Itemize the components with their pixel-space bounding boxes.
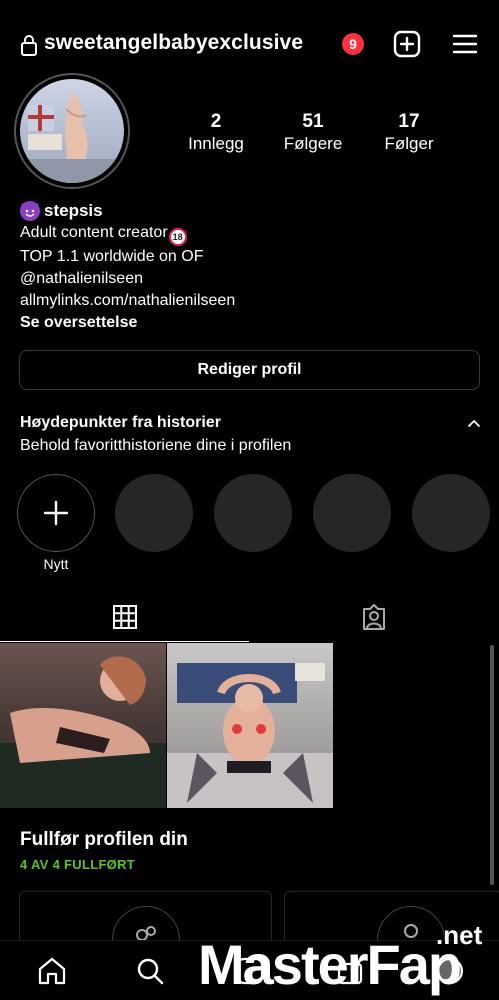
progress-count: 4 AV 4 [20, 857, 61, 872]
stat-posts[interactable]: 2 Innlegg [171, 111, 261, 155]
avatar-photo-art [20, 93, 124, 183]
home-icon[interactable] [36, 955, 68, 987]
post-thumbnail[interactable] [167, 643, 333, 808]
top-bar: sweetangelbabyexclusive 9 [0, 28, 499, 62]
smiling-devil-emoji-icon [20, 201, 40, 221]
new-highlight-button[interactable] [17, 474, 95, 552]
notification-badge[interactable]: 9 [342, 33, 364, 55]
post-thumbnail[interactable] [0, 643, 166, 808]
tagged-person-icon [363, 604, 385, 630]
profile-bio: stepsis Adult content creator 18 TOP 1.1 … [20, 200, 480, 334]
watermark-text: MasterFap [198, 933, 462, 996]
complete-profile-progress: 4 AV 4 FULLFØRT [20, 857, 135, 872]
plus-icon [43, 500, 69, 526]
post-photo-art [0, 656, 166, 808]
bio-mention-link[interactable]: @nathalienilseen [20, 268, 480, 290]
age-18-emoji-icon: 18 [168, 228, 187, 246]
stat-posts-value: 2 [210, 111, 222, 132]
profile-username[interactable]: sweetangelbabyexclusive [44, 31, 303, 55]
progress-label: FULLFØRT [64, 857, 136, 872]
chevron-up-icon[interactable] [467, 418, 481, 428]
plus-square-icon[interactable] [393, 30, 421, 58]
bio-line-1: Adult content creator 18 [20, 222, 480, 246]
profile-tabs [0, 596, 499, 642]
stat-followers-value: 51 [302, 111, 324, 132]
highlight-placeholder [313, 474, 391, 552]
lock-icon [21, 35, 37, 56]
complete-profile-title: Fullfør profilen din [20, 829, 188, 850]
grid-icon [113, 605, 137, 629]
see-translation-link[interactable]: Se oversettelse [20, 312, 480, 334]
bio-name-line: stepsis [20, 200, 480, 222]
scroll-indicator [490, 645, 494, 885]
site-watermark: .net MasterFap [198, 920, 498, 1000]
new-highlight-label: Nytt [43, 556, 69, 572]
stat-following[interactable]: 17 Følger [364, 111, 454, 155]
highlight-placeholder [115, 474, 193, 552]
highlight-placeholder [214, 474, 292, 552]
tab-posts-grid[interactable] [0, 596, 249, 642]
hamburger-menu-icon[interactable] [452, 32, 478, 56]
stat-posts-label: Innlegg [188, 134, 244, 153]
search-icon[interactable] [134, 955, 166, 987]
stat-following-label: Følger [384, 134, 434, 153]
tab-tagged[interactable] [249, 596, 499, 642]
stat-following-value: 17 [398, 111, 420, 132]
stat-followers-label: Følgere [283, 134, 343, 153]
bio-website-link[interactable]: allmylinks.com/nathalienilseen [20, 290, 480, 312]
stat-followers[interactable]: 51 Følgere [268, 111, 358, 155]
edit-profile-button[interactable]: Rediger profil [19, 350, 480, 390]
highlights-title: Høydepunkter fra historier [20, 414, 221, 431]
avatar-photo [20, 79, 124, 183]
bio-line-1-text: Adult content creator [20, 224, 168, 241]
post-photo-art [167, 663, 333, 808]
bio-line-2: TOP 1.1 worldwide on OF [20, 248, 204, 265]
bio-name: stepsis [44, 201, 103, 220]
highlight-placeholder [412, 474, 490, 552]
highlights-subtitle: Behold favoritthistoriene dine i profile… [20, 437, 292, 454]
profile-avatar[interactable] [14, 73, 130, 189]
